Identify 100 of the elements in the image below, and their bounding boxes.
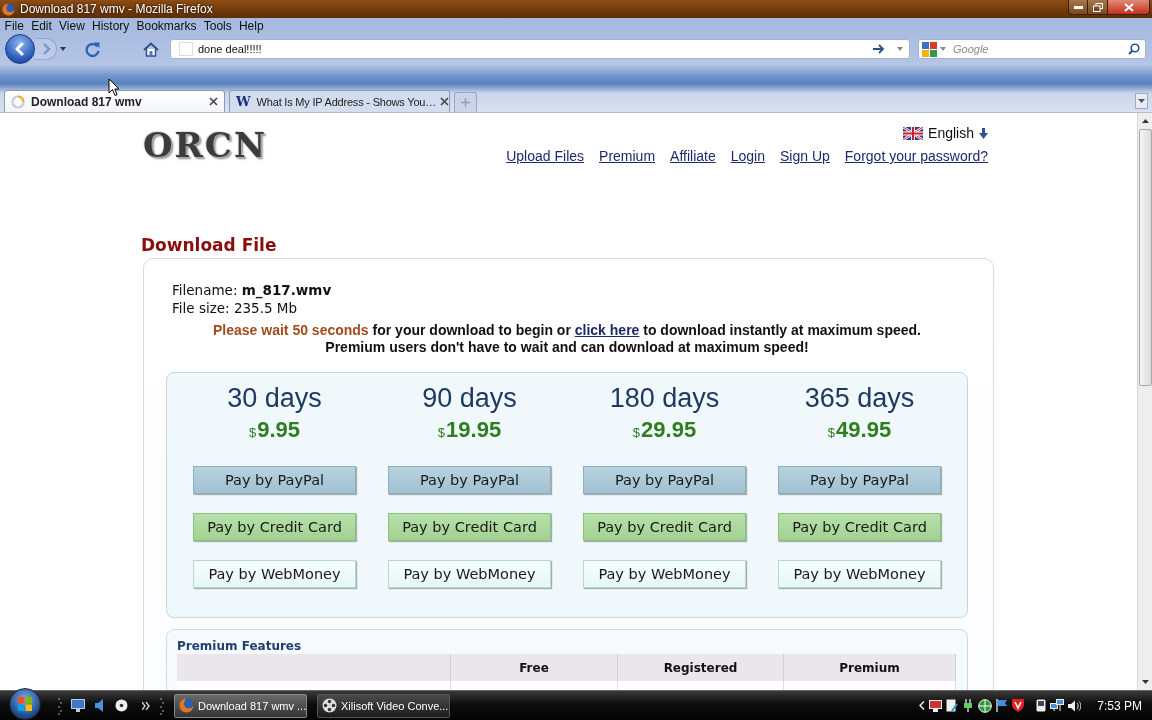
start-button[interactable] — [9, 688, 41, 720]
file-size-value: 235.5 Mb — [233, 300, 298, 316]
address-field[interactable]: done deal!!!!! — [170, 39, 910, 59]
browser-tab[interactable]: Download 817 wmv — [4, 90, 225, 112]
firefox-icon — [2, 2, 15, 16]
taskbar-button[interactable]: Download 817 wmv ... — [174, 693, 307, 718]
search-icon[interactable] — [1128, 43, 1140, 55]
features-title: Premium Features — [177, 638, 303, 654]
nav-link[interactable]: Forgot your password? — [844, 148, 988, 165]
search-engine-icon[interactable] — [922, 41, 937, 57]
payment-button[interactable]: Pay by PayPal — [193, 466, 356, 494]
tab-favicon: W — [236, 94, 251, 109]
window-title: Download 817 wmv - Mozilla Firefox — [20, 2, 213, 16]
payment-button[interactable]: Pay by Credit Card — [388, 513, 551, 541]
monitor-icon[interactable] — [929, 699, 943, 712]
double-chevron-icon[interactable] — [142, 701, 150, 710]
payment-button[interactable]: Pay by PayPal — [583, 466, 746, 494]
wait-notice: Please wait 50 seconds for your download to begin or click here to download instantly at maximum speed. — [212, 322, 922, 339]
plan-duration: 30 days — [227, 383, 322, 413]
home-icon — [143, 41, 159, 57]
plan-price: $9.95 — [248, 417, 301, 444]
close-icon — [1123, 2, 1134, 12]
volume-icon[interactable] — [1068, 699, 1082, 712]
plan-price: $29.95 — [632, 417, 697, 444]
speaker-icon[interactable] — [94, 699, 106, 712]
table-header-cell: Registered — [618, 654, 784, 681]
home-button[interactable] — [142, 40, 160, 58]
reload-icon — [83, 40, 101, 58]
nav-link[interactable]: Premium — [599, 148, 656, 165]
mouse-pointer-icon — [108, 78, 120, 97]
search-field[interactable]: Google — [918, 39, 1146, 59]
restore-button[interactable] — [1088, 0, 1108, 15]
menu-item[interactable]: Edit — [27, 19, 56, 34]
page-icon — [179, 42, 193, 56]
caret-icon[interactable] — [940, 47, 946, 51]
close-tab-icon[interactable] — [209, 97, 218, 106]
nav-link[interactable]: Sign Up — [780, 148, 830, 165]
payment-button[interactable]: Pay by WebMoney — [388, 560, 551, 588]
toolbar-grip-icon[interactable] — [160, 696, 164, 715]
minimize-icon — [1073, 5, 1083, 9]
payment-button[interactable]: Pay by WebMoney — [193, 560, 356, 588]
table-header-cell: Free — [451, 654, 618, 681]
menu-item[interactable]: View — [55, 19, 89, 34]
menu-item[interactable]: Bookmarks — [132, 19, 201, 34]
menu-item[interactable]: Tools — [200, 19, 236, 34]
down-arrow-icon[interactable] — [979, 127, 988, 139]
file-size-label: File size: — [172, 300, 230, 316]
premium-notice: Premium users don't have to wait and can download at maximum speed! — [324, 339, 810, 356]
clock[interactable]: 7:53 PM — [1097, 698, 1142, 713]
scrollbar-thumb[interactable] — [1138, 129, 1152, 386]
phone-icon[interactable] — [1036, 699, 1047, 712]
caret-icon — [1138, 99, 1145, 103]
caret-icon — [60, 47, 66, 51]
taskbar-button[interactable]: Xilisoft Video Conve... — [317, 693, 450, 718]
flag-icon[interactable] — [996, 699, 1009, 712]
payment-button[interactable]: Pay by WebMoney — [778, 560, 941, 588]
browser-tab[interactable]: W What Is My IP Address - Shows You… — [229, 90, 450, 112]
nav-link[interactable]: Affiliate — [670, 148, 716, 165]
caret-icon[interactable] — [897, 47, 903, 51]
scroll-down-icon[interactable] — [1141, 680, 1149, 684]
globe-icon[interactable] — [978, 698, 993, 713]
scrollbar-track[interactable] — [1137, 113, 1152, 690]
filename-value: m_817.wmv — [241, 282, 332, 298]
windows-logo-icon — [18, 697, 32, 711]
filename-label: Filename: — [172, 282, 238, 298]
restore-icon — [1092, 2, 1103, 12]
page-heading: Download File — [141, 234, 278, 256]
close-tab-icon[interactable] — [440, 97, 450, 106]
payment-button[interactable]: Pay by PayPal — [388, 466, 551, 494]
document-icon[interactable] — [946, 699, 959, 712]
tab-list-button[interactable] — [1135, 93, 1148, 109]
menu-item[interactable]: File — [1, 19, 28, 34]
payment-button[interactable]: Pay by Credit Card — [193, 513, 356, 541]
minimize-button[interactable] — [1068, 0, 1088, 15]
nav-link[interactable]: Login — [730, 148, 765, 165]
nav-link[interactable]: Upload Files — [506, 148, 585, 165]
firefox-icon — [179, 698, 194, 713]
disc-icon[interactable] — [115, 699, 128, 712]
go-arrow-icon[interactable] — [873, 44, 885, 54]
payment-button[interactable]: Pay by Credit Card — [778, 513, 941, 541]
payment-button[interactable]: Pay by Credit Card — [583, 513, 746, 541]
payment-button[interactable]: Pay by WebMoney — [583, 560, 746, 588]
toolbar-grip-icon[interactable] — [58, 696, 62, 715]
scroll-up-icon[interactable] — [1141, 119, 1149, 123]
plug-icon[interactable] — [962, 699, 975, 712]
language-selector[interactable]: English — [928, 125, 974, 141]
network-icon[interactable] — [1050, 699, 1065, 712]
chevron-left-icon[interactable] — [919, 701, 926, 710]
shield-icon[interactable] — [1012, 699, 1025, 712]
table-header-cell: Premium — [784, 654, 956, 681]
menu-item[interactable]: Help — [235, 19, 268, 34]
flag-icon — [903, 126, 924, 140]
film-reel-icon — [322, 698, 337, 713]
payment-button[interactable]: Pay by PayPal — [778, 466, 941, 494]
monitor-icon[interactable] — [71, 699, 85, 712]
close-button[interactable] — [1108, 0, 1150, 15]
plan-price: $19.95 — [437, 417, 502, 444]
click-here-link[interactable]: click here — [574, 322, 640, 338]
site-logo[interactable]: ORCN — [143, 123, 267, 167]
menu-item[interactable]: History — [88, 19, 133, 34]
